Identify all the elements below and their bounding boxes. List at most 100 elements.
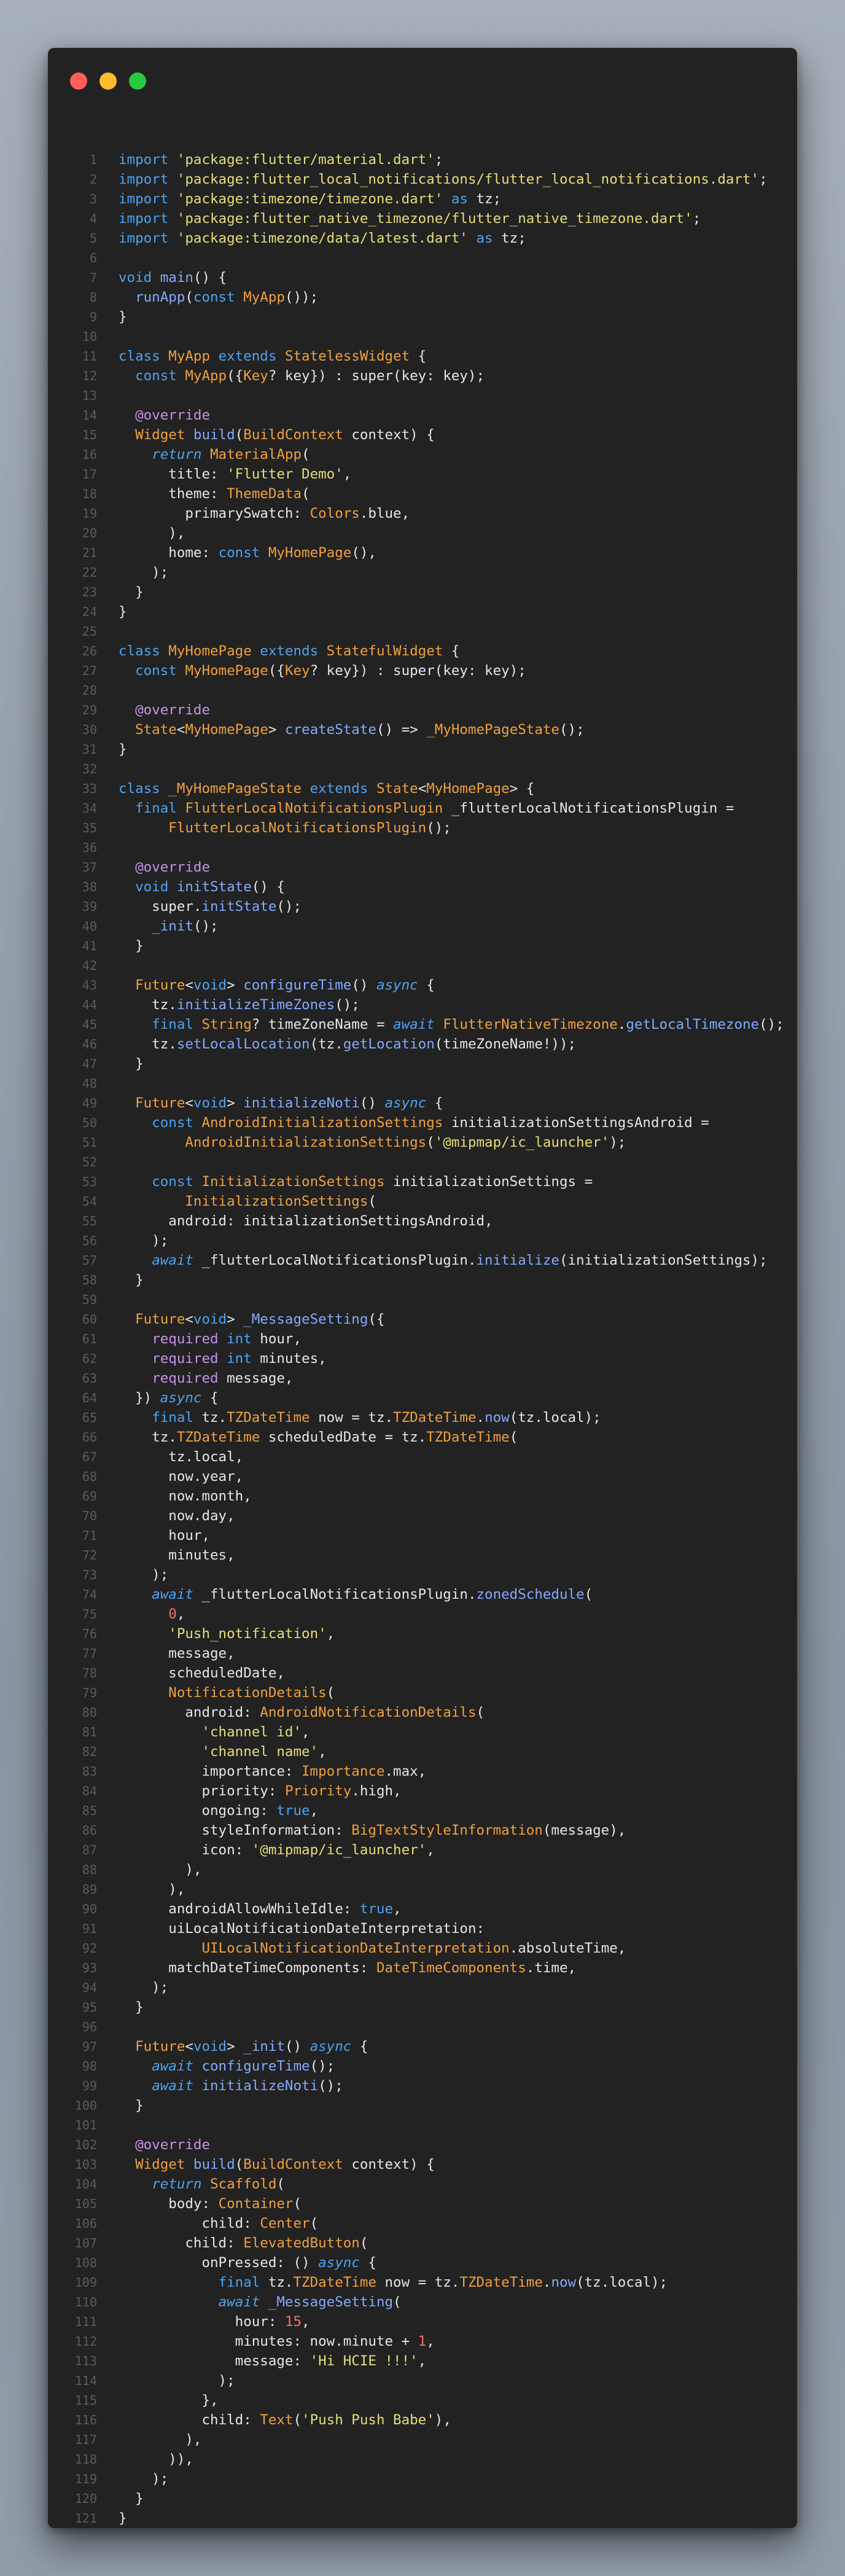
code-line: 47 } bbox=[48, 1054, 797, 1074]
code-token: getLocalTimezone bbox=[626, 1017, 760, 1032]
code-text: onPressed: () async { bbox=[119, 2253, 376, 2273]
zoom-dot[interactable] bbox=[129, 72, 146, 90]
line-number: 118 bbox=[74, 2452, 97, 2467]
code-token: () bbox=[351, 977, 376, 993]
code-token: extends bbox=[310, 781, 376, 797]
code-line: 53 const InitializationSettings initiali… bbox=[48, 1172, 797, 1192]
line-number: 18 bbox=[82, 486, 97, 501]
code-token: @override bbox=[135, 859, 211, 875]
line-number: 1 bbox=[89, 152, 97, 167]
code-token: extends bbox=[260, 643, 327, 659]
line-number: 102 bbox=[74, 2137, 97, 2152]
code-token: async bbox=[384, 1095, 427, 1111]
code-text: import 'package:flutter_local_notificati… bbox=[119, 170, 768, 189]
code-line: 36 bbox=[48, 838, 797, 857]
line-number: 39 bbox=[82, 899, 97, 914]
code-token: styleInformation: bbox=[119, 1822, 352, 1838]
code-line: 18 theme: ThemeData( bbox=[48, 484, 797, 504]
code-token: class bbox=[119, 348, 169, 364]
code-token: ); bbox=[119, 1980, 169, 1996]
code-token: (); bbox=[335, 997, 360, 1013]
line-number: 100 bbox=[74, 2098, 97, 2113]
minimize-dot[interactable] bbox=[99, 72, 117, 90]
code-line: 48 bbox=[48, 1074, 797, 1093]
code-token: void bbox=[193, 2039, 227, 2055]
code-token: ( bbox=[326, 1685, 335, 1701]
line-number: 104 bbox=[74, 2177, 97, 2192]
line-number: 107 bbox=[74, 2236, 97, 2250]
line-number: 90 bbox=[82, 1902, 97, 1916]
line-number: 31 bbox=[82, 742, 97, 757]
line-number: 66 bbox=[82, 1430, 97, 1445]
code-token: Key bbox=[243, 368, 268, 384]
code-token: await bbox=[393, 1017, 443, 1032]
code-text: return MaterialApp( bbox=[119, 445, 310, 464]
code-token: await bbox=[218, 2294, 268, 2310]
code-text: const MyHomePage({Key? key}) : super(key… bbox=[119, 661, 526, 681]
code-text: await initializeNoti(); bbox=[119, 2076, 343, 2096]
code-text: tz.initializeTimeZones(); bbox=[119, 995, 360, 1015]
code-token: now = tz. bbox=[384, 2274, 460, 2290]
code-token: , bbox=[310, 1803, 319, 1819]
code-text: ), bbox=[119, 523, 185, 543]
code-line: 12 const MyApp({Key? key}) : super(key: … bbox=[48, 366, 797, 386]
code-line: 23 } bbox=[48, 582, 797, 602]
code-token: int bbox=[227, 1331, 260, 1347]
code-text: Future<void> configureTime() async { bbox=[119, 975, 435, 995]
code-line: 58 } bbox=[48, 1270, 797, 1290]
code-token: State bbox=[135, 722, 177, 738]
code-text: Future<void> initializeNoti() async { bbox=[119, 1093, 443, 1113]
code-token: build bbox=[193, 2156, 235, 2172]
code-token: import bbox=[119, 230, 177, 246]
code-token: minutes: now.minute + bbox=[119, 2333, 418, 2349]
code-token: hour, bbox=[119, 1528, 211, 1544]
code-token: ( bbox=[584, 1587, 593, 1602]
line-number: 34 bbox=[82, 801, 97, 816]
line-number: 10 bbox=[82, 329, 97, 344]
code-token: tz. bbox=[119, 997, 177, 1013]
code-token: ( bbox=[393, 2294, 402, 2310]
code-line: 24} bbox=[48, 602, 797, 622]
code-line: 7 void main() { bbox=[48, 268, 797, 287]
line-number: 101 bbox=[74, 2118, 97, 2133]
code-token: ); bbox=[119, 1233, 169, 1249]
code-line: 102 @override bbox=[48, 2135, 797, 2155]
line-number: 37 bbox=[82, 860, 97, 875]
line-number: 24 bbox=[82, 604, 97, 619]
code-line: 99 await initializeNoti(); bbox=[48, 2076, 797, 2096]
code-line: 11 class MyApp extends StatelessWidget { bbox=[48, 346, 797, 366]
code-token: DateTimeComponents bbox=[376, 1960, 526, 1976]
code-token: ; bbox=[759, 171, 768, 187]
close-dot[interactable] bbox=[70, 72, 87, 90]
code-token: > { bbox=[509, 781, 535, 797]
code-token: _flutterLocalNotificationsPlugin. bbox=[201, 1252, 477, 1268]
code-line: 97 Future<void> _init() async { bbox=[48, 2037, 797, 2056]
code-line: 40 _init(); bbox=[48, 916, 797, 936]
line-number: 120 bbox=[74, 2491, 97, 2506]
code-token: (), bbox=[351, 545, 376, 561]
code-text: ); bbox=[119, 2371, 235, 2391]
code-token: () { bbox=[251, 879, 285, 895]
code-token: zonedSchedule bbox=[476, 1587, 585, 1602]
code-text: now.day, bbox=[119, 1506, 235, 1526]
code-text: ), bbox=[119, 1860, 201, 1879]
code-token: () bbox=[359, 1095, 385, 1111]
code-line: 13 bbox=[48, 386, 797, 405]
code-token: androidAllowWhileIdle: bbox=[119, 1901, 360, 1917]
line-number: 92 bbox=[82, 1941, 97, 1956]
code-token: TZDateTime bbox=[176, 1429, 268, 1445]
code-token: tz. bbox=[268, 2274, 294, 2290]
code-token: 'Push Push Babe' bbox=[302, 2412, 435, 2428]
code-token: 'package:flutter_local_notifications/flu… bbox=[176, 171, 760, 187]
line-number: 105 bbox=[74, 2196, 97, 2211]
code-text: }) async { bbox=[119, 1388, 218, 1408]
code-token: TZDateTime bbox=[459, 2274, 543, 2290]
code-token: ? timeZoneName = bbox=[251, 1017, 394, 1032]
code-line: 20 ), bbox=[48, 523, 797, 543]
line-number: 116 bbox=[74, 2413, 97, 2427]
code-token: , bbox=[426, 2333, 435, 2349]
